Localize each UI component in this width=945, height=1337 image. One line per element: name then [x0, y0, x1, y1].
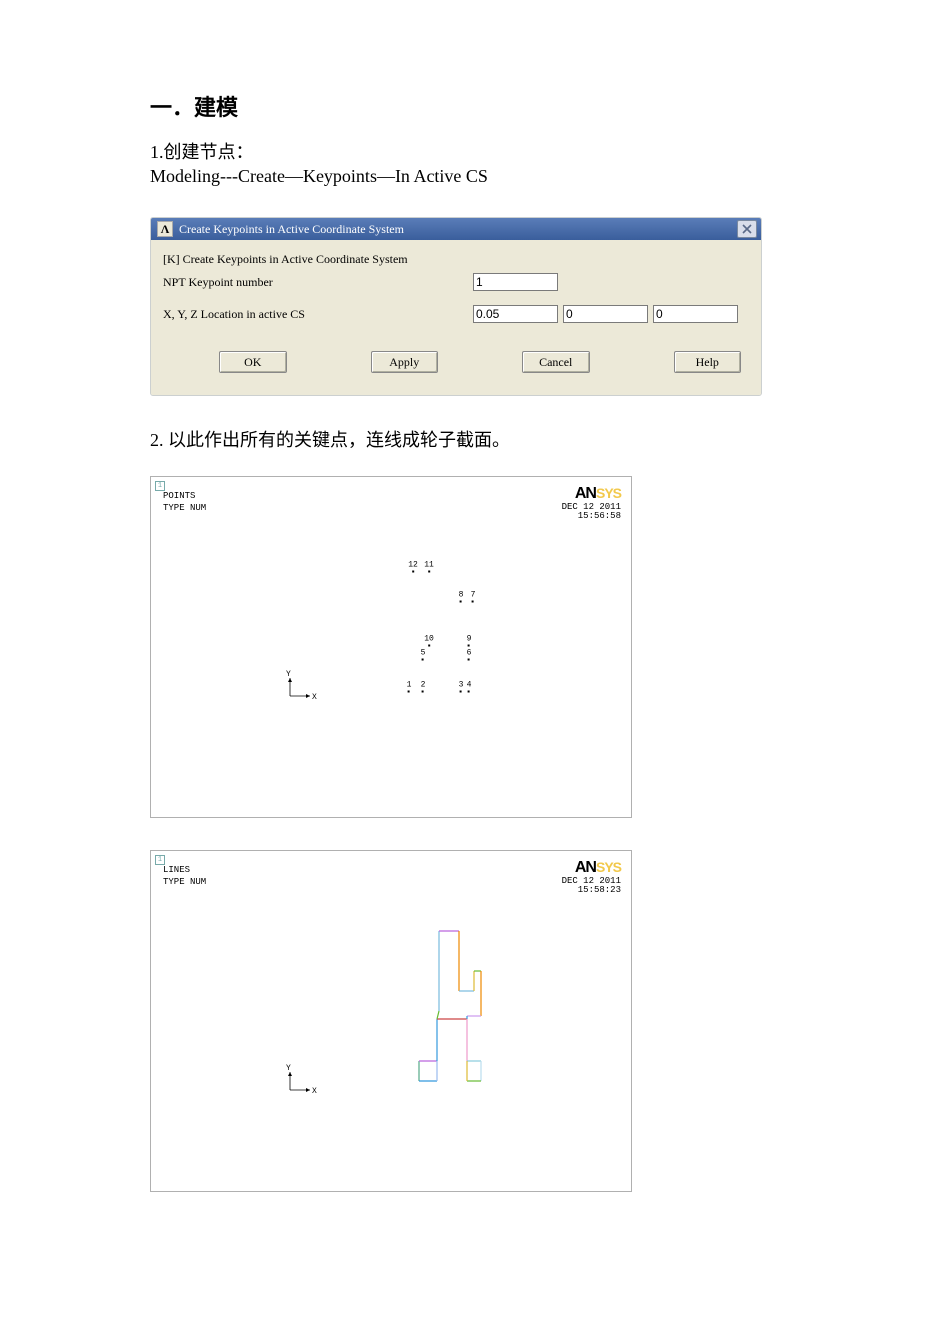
dialog-titlebar: Λ Create Keypoints in Active Coordinate …: [151, 218, 761, 240]
z-input[interactable]: [653, 305, 738, 323]
keypoint-marker: 10: [424, 636, 434, 647]
plot-meta-line2: TYPE NUM: [163, 503, 206, 515]
triad-y: Y: [286, 670, 291, 679]
keypoints-dialog: Λ Create Keypoints in Active Coordinate …: [150, 217, 762, 396]
cancel-button[interactable]: Cancel: [522, 351, 590, 373]
plot-time: 15:56:58: [562, 512, 621, 522]
logo-an: AN: [575, 859, 596, 876]
dialog-header-label: [K] Create Keypoints in Active Coordinat…: [163, 252, 473, 267]
triad-icon: X Y: [286, 672, 318, 704]
help-button[interactable]: Help: [674, 351, 742, 373]
npt-label: NPT Keypoint number: [163, 275, 473, 290]
keypoint-marker: 9: [467, 636, 472, 647]
keypoint-marker: 7: [471, 592, 476, 603]
plot-meta: LINES TYPE NUM: [163, 865, 206, 888]
step1-label: 1.创建节点：: [150, 138, 795, 164]
keypoint-marker: 2: [421, 682, 426, 693]
x-input[interactable]: [473, 305, 558, 323]
dialog-body: [K] Create Keypoints in Active Coordinat…: [151, 240, 761, 395]
dialog-title: Create Keypoints in Active Coordinate Sy…: [179, 222, 404, 237]
app-icon: Λ: [157, 221, 173, 237]
ansys-logo: ANSYS DEC 12 2011 15:56:58: [562, 485, 621, 522]
keypoint-marker: 3: [459, 682, 464, 693]
close-icon[interactable]: [737, 220, 757, 238]
lines-plot: 1 LINES TYPE NUM ANSYS DEC 12 2011 15:58…: [150, 850, 632, 1192]
keypoint-marker: 6: [467, 650, 472, 661]
step1-path: Modeling---Create—Keypoints—In Active CS: [150, 166, 795, 187]
keypoint-marker: 12: [408, 562, 418, 573]
keypoint-marker: 1: [407, 682, 412, 693]
keypoint-marker: 8: [459, 592, 464, 603]
triad-icon: X Y: [286, 1066, 318, 1098]
apply-button[interactable]: Apply: [371, 351, 439, 373]
plot-badge-icon: 1: [155, 481, 165, 491]
plot-meta-line2: TYPE NUM: [163, 877, 206, 889]
lines-shape: [419, 931, 489, 1081]
xyz-label: X, Y, Z Location in active CS: [163, 307, 473, 322]
plot-meta-line1: POINTS: [163, 491, 206, 503]
logo-sys: SYS: [596, 859, 621, 875]
npt-input[interactable]: [473, 273, 558, 291]
plot-badge-icon: 1: [155, 855, 165, 865]
logo-an: AN: [575, 485, 596, 502]
triad-x: X: [312, 693, 317, 702]
plot-time: 15:58:23: [562, 886, 621, 896]
step2-label: 2. 以此作出所有的关键点，连线成轮子截面。: [150, 426, 795, 452]
plot-meta-line1: LINES: [163, 865, 206, 877]
keypoint-marker: 5: [421, 650, 426, 661]
logo-sys: SYS: [596, 485, 621, 501]
section-title: 一．建模: [150, 90, 795, 122]
points-plot: 1 POINTS TYPE NUM ANSYS DEC 12 2011 15:5…: [150, 476, 632, 818]
plot-meta: POINTS TYPE NUM: [163, 491, 206, 514]
ok-button[interactable]: OK: [219, 351, 287, 373]
keypoint-marker: 4: [467, 682, 472, 693]
ansys-logo: ANSYS DEC 12 2011 15:58:23: [562, 859, 621, 896]
triad-x: X: [312, 1087, 317, 1096]
y-input[interactable]: [563, 305, 648, 323]
triad-y: Y: [286, 1064, 291, 1073]
keypoint-marker: 11: [424, 562, 434, 573]
